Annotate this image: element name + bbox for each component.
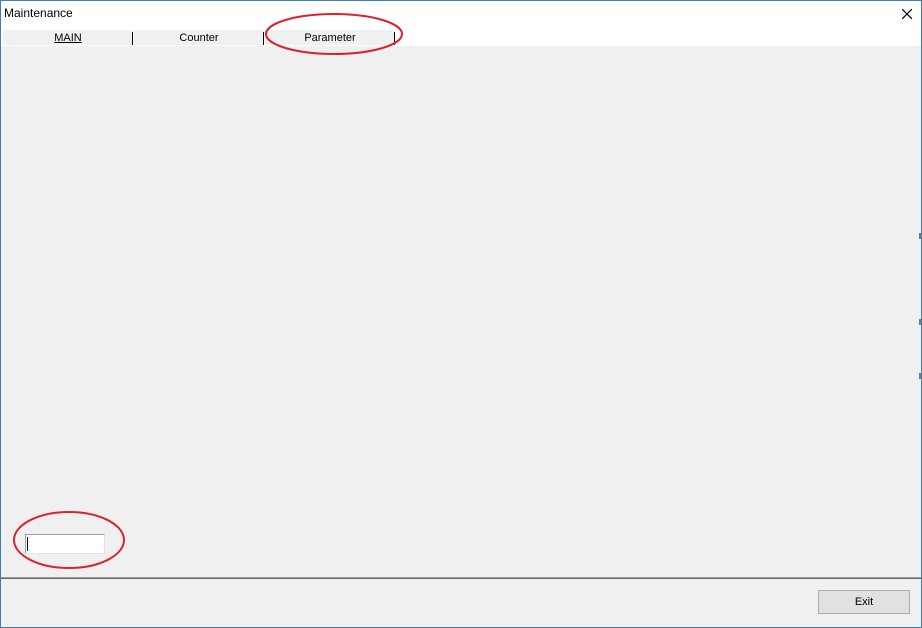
text-caret <box>27 537 28 551</box>
window-title: Maintenance <box>4 6 73 20</box>
tab-separator <box>394 32 395 45</box>
tab-counter-label: Counter <box>179 32 219 44</box>
tab-main[interactable]: MAIN <box>2 29 133 45</box>
maintenance-window: Maintenance MAIN Counter Parameter Exit <box>0 0 922 628</box>
edge-mark <box>919 373 921 379</box>
footer <box>1 579 921 627</box>
edge-mark <box>919 233 921 239</box>
tab-strip: MAIN Counter Parameter <box>1 27 921 45</box>
close-button[interactable] <box>893 1 921 27</box>
tab-parameter-label: Parameter <box>304 32 356 44</box>
title-bar: Maintenance <box>1 1 921 27</box>
exit-button[interactable]: Exit <box>818 590 910 614</box>
tab-main-label: MAIN <box>54 32 82 44</box>
tab-parameter[interactable]: Parameter <box>264 29 395 45</box>
close-icon <box>902 9 912 19</box>
exit-button-label: Exit <box>854 596 874 608</box>
edge-mark <box>919 319 921 325</box>
parameter-value-input[interactable] <box>25 534 105 554</box>
tab-counter[interactable]: Counter <box>133 29 264 45</box>
parameter-page <box>1 45 921 578</box>
